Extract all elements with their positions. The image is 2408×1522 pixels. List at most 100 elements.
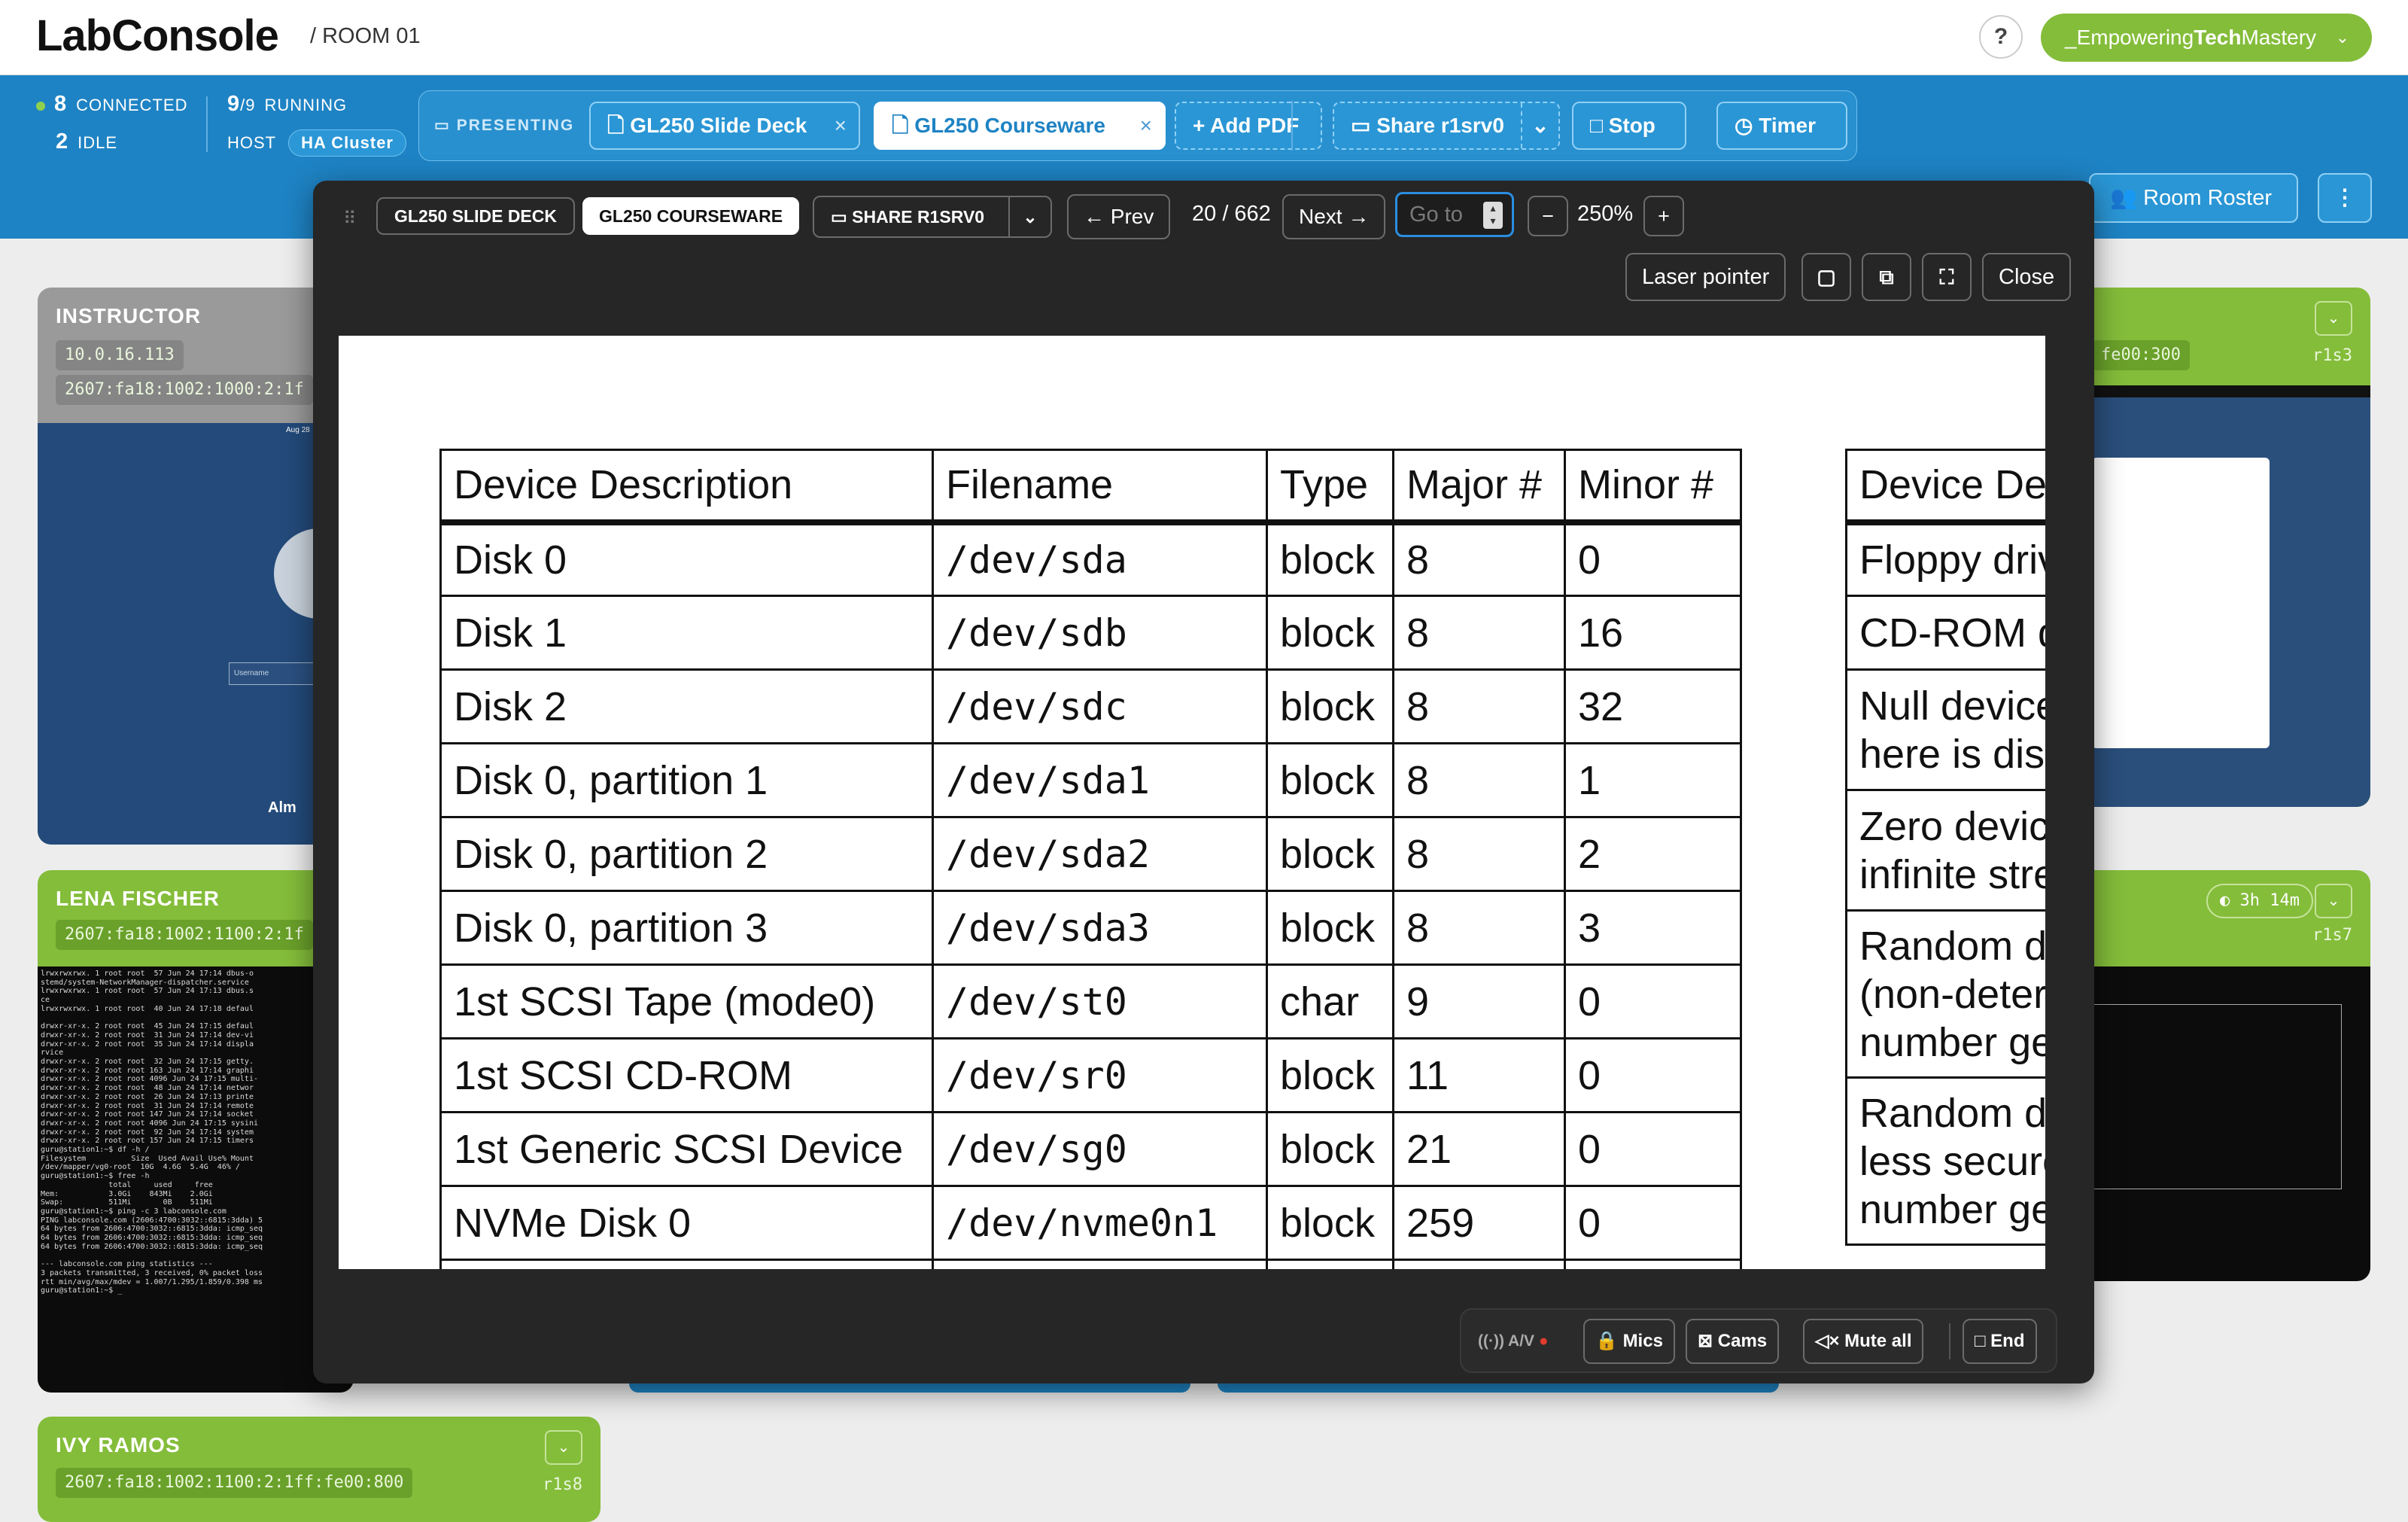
- ip-address: 2607:fa18:1002:1100:2:1f: [56, 920, 313, 950]
- table-row: Disk 0, partition 1/dev/sda1 block 8 1: [439, 742, 1742, 818]
- monitor-icon: ▭: [831, 207, 853, 227]
- tab-slide-deck[interactable]: 🗋 GL250 Slide Deck ×: [589, 102, 860, 150]
- table-row: NVMe Disk 0/dev/nvme0n1 block 259 0: [439, 1185, 1742, 1261]
- chevron-down-icon[interactable]: ⌄: [2315, 884, 2352, 918]
- table-header: Minor #: [1564, 449, 1742, 525]
- table-row: Disk 1/dev/sdb block 8 16: [439, 595, 1742, 671]
- zoom-in-button[interactable]: +: [1643, 196, 1684, 236]
- viewer-tab-slide-deck[interactable]: GL250 SLIDE DECK: [376, 197, 575, 235]
- monitor-icon: ▭: [1351, 114, 1377, 137]
- room-roster-button[interactable]: 👥 Room Roster: [2089, 173, 2298, 223]
- share-button[interactable]: ▭ Share r1srv0 ⌄: [1333, 102, 1560, 150]
- av-status: ((·)) A/V ●: [1478, 1332, 1549, 1350]
- close-icon[interactable]: ×: [1140, 103, 1152, 148]
- table-cell: Null device here is disc: [1845, 668, 2045, 791]
- running-stat: 9/9 RUNNING: [227, 92, 348, 116]
- table-cell: Zero deviceinfinite stre: [1845, 789, 2045, 912]
- student-card-ivy[interactable]: IVY RAMOS 2607:fa18:1002:1100:2:1ff:fe00…: [38, 1417, 600, 1522]
- external-link-icon: ⧉: [1879, 266, 1894, 288]
- chevron-down-icon[interactable]: ⌄: [1008, 197, 1050, 236]
- lock-icon: 🔒: [1595, 1331, 1623, 1351]
- room-name: / ROOM 01: [310, 24, 421, 48]
- prev-button[interactable]: ← Prev: [1067, 194, 1171, 239]
- card-title: IVY RAMOS: [56, 1433, 181, 1457]
- timer-button[interactable]: ◷ Timer: [1716, 102, 1847, 150]
- device-table: Device Description Filename Type Major #…: [439, 449, 1742, 1269]
- stop-icon: □: [1975, 1331, 1991, 1351]
- table-cell: Floppy driv: [1845, 521, 2045, 597]
- viewer-tab-courseware[interactable]: GL250 COURSEWARE: [582, 197, 800, 235]
- page-indicator: 20 / 662: [1192, 202, 1271, 226]
- table-row: Disk 0, partition 3/dev/sda3 block 8 3: [439, 890, 1742, 966]
- fullscreen-button[interactable]: ⛶: [1922, 253, 1972, 301]
- help-button[interactable]: ?: [1979, 15, 2023, 59]
- drag-handle-icon[interactable]: ⠿: [343, 208, 357, 230]
- instructor-card[interactable]: INSTRUCTOR 10.0.16.113 2607:fa18:1002:10…: [38, 288, 354, 845]
- host-stat: HOST HA Cluster: [227, 129, 406, 157]
- more-menu-button[interactable]: ⋮: [2318, 173, 2372, 223]
- close-viewer-button[interactable]: Close: [1982, 253, 2072, 301]
- stop-icon: □: [1590, 114, 1609, 137]
- status-dot-icon: [36, 102, 45, 111]
- viewer-share-button[interactable]: ▭ SHARE R1SRV0 ⌄: [813, 196, 1052, 238]
- close-icon[interactable]: ×: [835, 103, 847, 148]
- fullscreen-icon: ⛶: [1939, 266, 1954, 288]
- clock-text: Aug 28: [286, 426, 310, 434]
- user-name-bold: Tech: [2194, 26, 2242, 49]
- annotate-button[interactable]: ▢: [1801, 253, 1851, 301]
- station-id: r1s7: [2312, 926, 2352, 945]
- station-id: r1s3: [2312, 346, 2352, 365]
- divider: [1291, 101, 1293, 151]
- host-badge: HA Cluster: [288, 129, 406, 157]
- popout-button[interactable]: ⧉: [1862, 253, 1911, 301]
- table-header: Device Des: [1845, 449, 2045, 525]
- ip-address: 10.0.16.113: [56, 340, 184, 370]
- cams-button[interactable]: ⊠ Cams: [1686, 1319, 1780, 1364]
- table-row: Null device here is disc: [1845, 668, 2045, 791]
- add-pdf-button[interactable]: + Add PDF: [1175, 102, 1322, 150]
- student-card-lena[interactable]: LENA FISCHER 2607:fa18:1002:1100:2:1f lr…: [38, 870, 354, 1393]
- plus-icon: +: [1193, 114, 1211, 137]
- table-header: Major #: [1392, 449, 1566, 525]
- more-vertical-icon: ⋮: [2334, 186, 2356, 210]
- mics-button[interactable]: 🔒 Mics: [1583, 1319, 1675, 1364]
- terminal-preview[interactable]: lrwxrwxrwx. 1 root root 57 Jun 24 17:14 …: [38, 966, 354, 1393]
- timer-badge: ◐ 3h 14m: [2206, 884, 2313, 918]
- goto-page-input[interactable]: Go to ▴ ▾: [1395, 192, 1514, 237]
- chevron-down-icon: ⌄: [2335, 28, 2349, 47]
- clock-icon: ◷: [1735, 114, 1759, 137]
- stop-button[interactable]: □ Stop: [1572, 102, 1686, 150]
- chevron-down-icon[interactable]: ⌄: [2315, 301, 2352, 336]
- user-menu-button[interactable]: _EmpoweringTechMastery ⌄: [2041, 14, 2372, 62]
- end-button[interactable]: □ End: [1963, 1319, 2037, 1364]
- spinner-icon[interactable]: ▴ ▾: [1483, 202, 1503, 229]
- table-header: Device Description: [439, 449, 934, 525]
- table-row: Disk 0, partition 2/dev/sda2 block 8 2: [439, 816, 1742, 892]
- card-title: INSTRUCTOR: [56, 304, 202, 327]
- device-table-2: Device Des Floppy drivCD-ROM dNull devic…: [1845, 449, 2045, 1246]
- top-bar: LabConsole / ROOM 01 ? _EmpoweringTechMa…: [0, 0, 2408, 75]
- screen-preview[interactable]: Aug 28 Username Alm: [38, 423, 354, 845]
- table-row: 1st Generic SCSI Device/dev/sg0 block 21 0: [439, 1111, 1742, 1187]
- table-cell: CD-ROM d: [1845, 595, 2045, 671]
- ip-address: 2607:fa18:1002:1100:2:1ff:fe00:800: [56, 1468, 413, 1498]
- document-icon: 🗋: [892, 114, 915, 137]
- camera-off-icon: ⊠: [1698, 1331, 1718, 1351]
- chevron-down-icon[interactable]: ⌄: [1521, 103, 1558, 148]
- tab-courseware[interactable]: 🗋 GL250 Courseware ×: [874, 102, 1166, 150]
- station-id: r1s8: [543, 1475, 582, 1494]
- zoom-out-button[interactable]: −: [1528, 196, 1568, 236]
- app-logo[interactable]: LabConsole: [36, 11, 279, 61]
- table-row: Disk 2/dev/sdc block 8 32: [439, 668, 1742, 744]
- table-row: Disk 0/dev/sda block 8 0: [439, 521, 1742, 597]
- laser-pointer-button[interactable]: Laser pointer: [1625, 253, 1786, 301]
- next-button[interactable]: Next →: [1282, 194, 1386, 239]
- mute-all-button[interactable]: ◁× Mute all: [1803, 1319, 1924, 1364]
- table-cell: Random deless securenumber ge: [1845, 1076, 2045, 1246]
- user-name-suffix: Mastery: [2241, 26, 2317, 49]
- table-row: Zero deviceinfinite stre: [1845, 789, 2045, 912]
- zoom-level: 250%: [1577, 202, 1634, 226]
- monitor-icon: ▭: [434, 117, 457, 134]
- chevron-down-icon[interactable]: ⌄: [545, 1430, 582, 1465]
- table-row: 1st SCSI CD-ROM/dev/sr0 block 11 0: [439, 1037, 1742, 1113]
